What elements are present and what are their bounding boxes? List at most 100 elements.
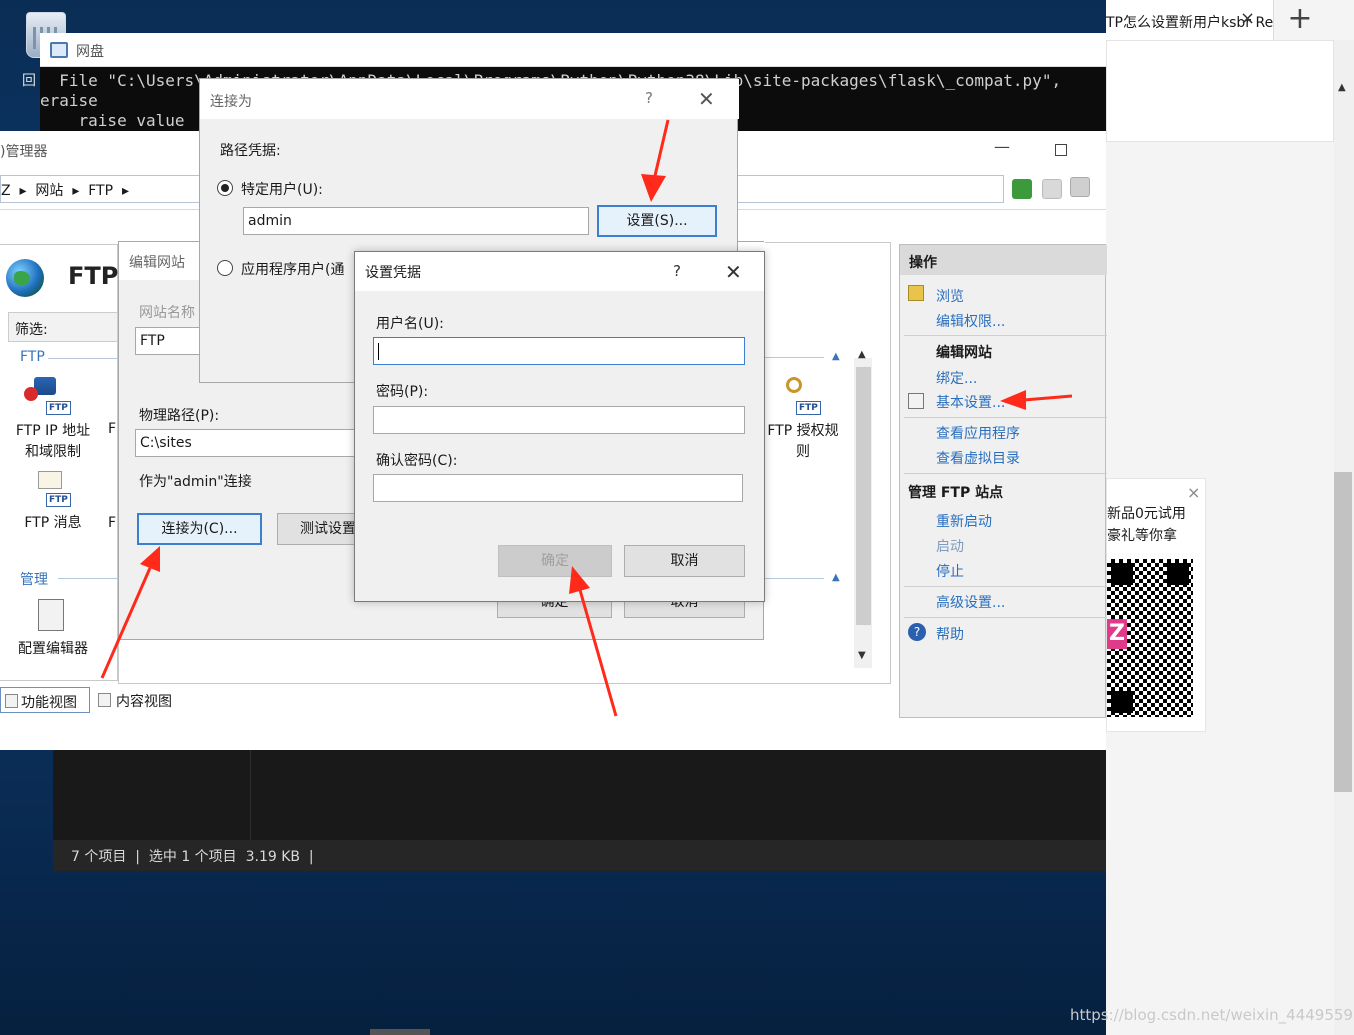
tab-features-view[interactable]: 功能视图 <box>0 687 90 713</box>
specific-user-field[interactable]: admin <box>243 207 589 235</box>
confirm-password-field[interactable] <box>373 474 743 502</box>
browser-scroll-thumb[interactable] <box>1334 472 1352 792</box>
globe-icon <box>6 259 44 297</box>
group-header-management[interactable]: 管理 <box>20 569 48 589</box>
action-bindings[interactable]: 绑定... <box>936 368 977 388</box>
tab-close-icon[interactable]: × <box>1240 8 1255 29</box>
actions-header: 操作 <box>900 245 1107 275</box>
action-view-applications[interactable]: 查看应用程序 <box>936 423 1020 443</box>
path-credentials-label: 路径凭据: <box>220 143 281 159</box>
network-drive-icon <box>50 42 68 58</box>
basic-settings-icon <box>908 393 924 409</box>
section-header-manage-ftp: 管理 FTP 站点 <box>908 485 1004 501</box>
password-label: 密码(P): <box>376 384 429 400</box>
filter-bar[interactable]: 筛选: <box>8 312 118 342</box>
file-explorer: 7 个项目 | 选中 1 个项目 3.19 KB | <box>53 750 1106 871</box>
restrict-icon <box>24 387 38 401</box>
set-credentials-dialog: 设置凭据 ? ✕ 用户名(U): 密码(P): 确认密码(C): 确定 取消 <box>354 251 765 602</box>
ad-close-icon[interactable]: × <box>1187 483 1200 502</box>
feature-label: FTP 消息 <box>24 515 82 531</box>
feature-clipped-label: F <box>108 421 117 437</box>
feature-label: FTP IP 地址 <box>15 423 91 439</box>
tab-label: 功能视图 <box>21 695 77 711</box>
ftp-badge-icon: FTP <box>46 493 71 507</box>
feature-label: 则 <box>796 444 810 460</box>
tab-content-view[interactable]: 内容视图 <box>94 687 172 711</box>
action-restart[interactable]: 重新启动 <box>936 511 992 531</box>
ad-text-line1: 新品0元试用 <box>1107 506 1186 522</box>
username-field[interactable] <box>373 337 745 365</box>
ftp-badge-icon: FTP <box>46 401 71 415</box>
console-titlebar[interactable]: 网盘 <box>40 33 1106 67</box>
close-icon[interactable]: ✕ <box>698 87 715 111</box>
section-header-edit-site: 编辑网站 <box>936 345 992 361</box>
section-divider <box>904 473 1107 474</box>
feature-ftp-authorization-rules[interactable]: FTP FTP 授权规 则 <box>760 375 846 465</box>
qr-logo: Z <box>1107 619 1127 649</box>
ad-text-line2: 豪礼等你拿 <box>1107 528 1177 544</box>
section-divider <box>904 417 1107 418</box>
iis-window-title: )管理器 <box>0 144 48 160</box>
username-label: 用户名(U): <box>376 316 444 332</box>
status-bar: 7 个项目 | 选中 1 个项目 3.19 KB | <box>53 840 1106 871</box>
breadcrumb-path: Z ▸ 网站 ▸ FTP ▸ <box>1 183 129 199</box>
refresh-icon[interactable] <box>1012 179 1032 199</box>
specific-user-value: admin <box>248 213 292 229</box>
feature-ftp-ip-restrictions[interactable]: FTP FTP IP 地址 和域限制 <box>10 375 96 465</box>
action-basic-settings[interactable]: 基本设置... <box>936 392 1005 412</box>
action-edit-permissions[interactable]: 编辑权限... <box>936 311 1005 331</box>
set-credentials-button[interactable]: 设置(S)... <box>597 205 717 237</box>
credentials-ok-button[interactable]: 确定 <box>498 545 612 577</box>
group-header-ftp[interactable]: FTP <box>20 349 45 365</box>
tab-label: 内容视图 <box>116 694 172 710</box>
section-divider <box>904 586 1107 587</box>
home-icon[interactable] <box>1070 177 1090 197</box>
help-icon[interactable]: ? <box>673 262 681 280</box>
feature-label: 和域限制 <box>25 444 81 460</box>
specific-user-label: 特定用户(U): <box>241 182 323 198</box>
taskbar-indicator <box>370 1029 430 1035</box>
browser-content-area <box>1106 40 1334 142</box>
actions-pane: 操作 浏览 编辑权限... 编辑网站 绑定... 基本设置... 查看应用程序 … <box>899 244 1107 718</box>
console-title: 网盘 <box>76 44 104 60</box>
help-icon: ? <box>908 623 926 641</box>
message-icon <box>38 471 62 489</box>
ftp-badge-icon: FTP <box>796 401 821 415</box>
action-view-virtual-directories[interactable]: 查看虚拟目录 <box>936 448 1020 468</box>
new-tab-icon[interactable]: + <box>1282 4 1318 36</box>
action-advanced-settings[interactable]: 高级设置... <box>936 592 1005 612</box>
confirm-password-label: 确认密码(C): <box>376 453 458 469</box>
console-side-glyph: 回 <box>22 73 36 89</box>
action-stop[interactable]: 停止 <box>936 561 964 581</box>
specific-user-radio[interactable] <box>217 180 233 196</box>
app-user-radio[interactable] <box>217 260 233 276</box>
feature-ftp-messages[interactable]: FTP FTP 消息 <box>10 467 96 537</box>
physical-path-field[interactable]: C:\sites <box>135 429 355 457</box>
features-view-icon <box>5 694 18 708</box>
group-divider <box>48 358 118 359</box>
config-editor-icon <box>38 599 64 631</box>
stop-icon[interactable] <box>1042 179 1062 199</box>
ad-popup[interactable]: × 新品0元试用 豪礼等你拿 Z <box>1106 478 1206 732</box>
scroll-down-icon[interactable]: ▼ <box>858 650 866 661</box>
close-icon[interactable]: ✕ <box>725 260 742 284</box>
connect-as-button[interactable]: 连接为(C)... <box>137 513 262 545</box>
content-view-icon <box>98 693 111 707</box>
action-start[interactable]: 启动 <box>936 536 964 556</box>
feature-clipped-label: F <box>108 515 117 531</box>
help-icon[interactable]: ? <box>645 89 653 107</box>
password-field[interactable] <box>373 406 745 434</box>
collapse-chevron-icon[interactable]: ▲ <box>832 572 840 583</box>
minimize-button[interactable]: — <box>994 137 1010 156</box>
action-browse[interactable]: 浏览 <box>936 286 964 306</box>
feature-config-editor[interactable]: 配置编辑器 <box>10 597 96 667</box>
collapse-chevron-icon[interactable]: ▲ <box>832 351 840 362</box>
section-divider <box>904 617 1107 618</box>
scroll-up-icon[interactable]: ▲ <box>858 349 866 360</box>
physical-path-value: C:\sites <box>140 435 192 451</box>
scroll-up-icon[interactable]: ▲ <box>1338 82 1346 93</box>
features-scroll-thumb[interactable] <box>856 367 871 625</box>
action-help[interactable]: 帮助 <box>936 624 964 644</box>
maximize-button[interactable] <box>1055 144 1067 156</box>
credentials-cancel-button[interactable]: 取消 <box>624 545 745 577</box>
